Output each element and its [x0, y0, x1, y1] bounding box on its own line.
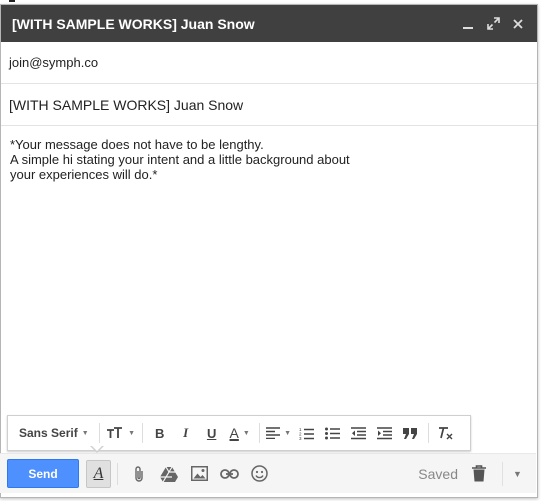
svg-text:3: 3	[299, 436, 302, 440]
more-options-icon: ▼	[513, 468, 522, 479]
insert-photo-button[interactable]	[184, 459, 214, 489]
send-button[interactable]: Send	[7, 459, 79, 488]
chevron-down-icon: ▼	[81, 429, 89, 437]
body-line: *Your message does not have to be length…	[10, 137, 264, 152]
minimize-icon[interactable]	[457, 13, 479, 35]
toolbar-divider	[117, 462, 118, 485]
numbered-list-button[interactable]: 123	[294, 421, 320, 445]
discard-draft-button[interactable]	[464, 459, 494, 489]
text-size-button[interactable]: ▼	[104, 421, 138, 445]
font-family-select[interactable]: Sans Serif ▼	[12, 421, 95, 445]
expand-icon[interactable]	[482, 13, 504, 35]
chevron-down-icon: ▼	[284, 429, 292, 437]
indent-less-button[interactable]	[346, 421, 372, 445]
underline-button[interactable]: U	[199, 421, 225, 445]
saved-status: Saved	[418, 465, 458, 482]
emoji-icon	[250, 465, 268, 482]
toolbar-divider	[98, 423, 100, 443]
compose-window: [WITH SAMPLE WORKS] Juan Snow join@symph…	[0, 4, 538, 498]
quote-icon	[403, 427, 418, 439]
body-line: A simple hi stating your intent and a li…	[10, 152, 350, 167]
chevron-down-icon: ▼	[242, 429, 250, 437]
align-button[interactable]: ▼	[264, 421, 294, 445]
font-family-label: Sans Serif	[19, 426, 78, 440]
stray-mark	[9, 0, 15, 2]
toolbar-divider	[141, 423, 143, 443]
bold-button[interactable]: B	[147, 421, 173, 445]
message-body[interactable]: *Your message does not have to be length…	[1, 126, 537, 416]
compose-bottom-bar: Send A Saved ▼	[0, 453, 536, 493]
text-color-label: A	[229, 425, 239, 441]
bulleted-list-button[interactable]	[320, 421, 346, 445]
toolbar-divider	[258, 423, 260, 443]
photo-icon	[190, 466, 208, 481]
formatting-toolbar: Sans Serif ▼ ▼ B I U A ▼ ▼ 123	[7, 415, 471, 451]
trash-icon	[472, 465, 486, 482]
subject-text: [WITH SAMPLE WORKS] Juan Snow	[9, 96, 244, 113]
indent-more-icon	[377, 426, 393, 439]
compose-titlebar[interactable]: [WITH SAMPLE WORKS] Juan Snow	[1, 5, 537, 42]
chevron-down-icon: ▼	[128, 429, 136, 437]
quote-button[interactable]	[398, 421, 424, 445]
toolbar-divider	[427, 423, 429, 443]
more-options-button[interactable]: ▼	[502, 461, 532, 486]
text-color-button[interactable]: A ▼	[225, 421, 255, 445]
attach-icon	[135, 465, 143, 482]
toolbar-pointer-inner	[91, 445, 103, 451]
remove-formatting-button[interactable]	[433, 421, 459, 445]
insert-link-button[interactable]	[214, 459, 244, 489]
format-a-icon: A	[93, 464, 104, 482]
attach-files-button[interactable]	[124, 459, 154, 489]
indent-more-button[interactable]	[372, 421, 398, 445]
formatting-options-button[interactable]: A	[86, 459, 111, 488]
subject-field[interactable]: [WITH SAMPLE WORKS] Juan Snow	[1, 84, 537, 126]
drive-icon	[160, 466, 178, 482]
insert-drive-button[interactable]	[154, 459, 184, 489]
to-field[interactable]: join@symph.co	[1, 42, 537, 84]
align-icon	[266, 427, 281, 439]
remove-formatting-icon	[438, 427, 453, 440]
recipient-chip[interactable]: join@symph.co	[9, 55, 98, 70]
indent-less-icon	[351, 426, 367, 439]
insert-emoji-button[interactable]	[244, 459, 274, 489]
compose-title: [WITH SAMPLE WORKS] Juan Snow	[12, 15, 255, 32]
italic-button[interactable]: I	[173, 421, 199, 445]
close-icon[interactable]	[507, 13, 529, 35]
bulleted-list-icon	[325, 427, 341, 439]
text-size-icon	[107, 427, 123, 438]
link-icon	[219, 468, 239, 479]
body-line: your experiences will do.*	[10, 167, 158, 182]
numbered-list-icon: 123	[299, 427, 315, 440]
